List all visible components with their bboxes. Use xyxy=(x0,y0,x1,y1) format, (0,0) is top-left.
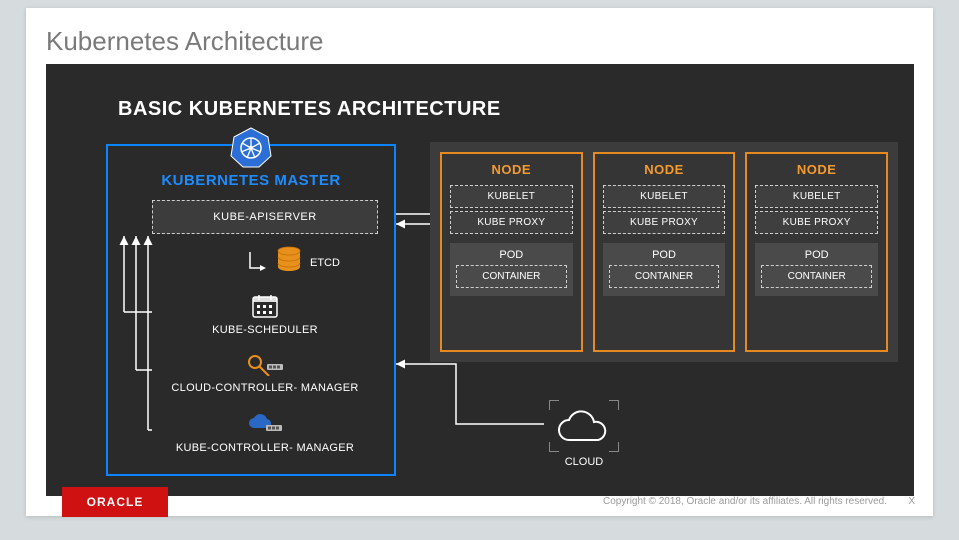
node-title: NODE xyxy=(644,162,684,177)
slide: Kubernetes Architecture BASIC KUBERNETES… xyxy=(26,8,933,516)
etcd-arrow-icon xyxy=(246,249,268,277)
cloud-gear-icon xyxy=(152,410,378,438)
kube-proxy-box: KUBE PROXY xyxy=(755,211,878,234)
kubelet-box: KUBELET xyxy=(450,185,573,208)
kube-apiserver-box: KUBE-APISERVER xyxy=(152,200,378,234)
nodes-panel: NODE KUBELET KUBE PROXY POD CONTAINER NO… xyxy=(430,142,898,362)
kcm-label: KUBE-CONTROLLER- MANAGER xyxy=(152,442,378,454)
scheduler-label: KUBE-SCHEDULER xyxy=(152,324,378,336)
kubernetes-master-panel: KUBERNETES MASTER KUBE-APISERVER xyxy=(106,144,396,476)
container-box: CONTAINER xyxy=(761,265,872,288)
pod-box: POD CONTAINER xyxy=(450,243,573,296)
kube-controller-manager-group: KUBE-CONTROLLER- MANAGER xyxy=(152,410,378,454)
copyright-text: Copyright © 2018, Oracle and/or its affi… xyxy=(603,496,887,507)
calendar-icon xyxy=(152,292,378,320)
kubelet-box: KUBELET xyxy=(755,185,878,208)
slide-title: Kubernetes Architecture xyxy=(46,26,324,57)
node-2: NODE KUBELET KUBE PROXY POD CONTAINER xyxy=(593,152,736,352)
kubelet-box: KUBELET xyxy=(603,185,726,208)
pod-title: POD xyxy=(456,249,567,261)
kube-proxy-box: KUBE PROXY xyxy=(450,211,573,234)
page-number: X xyxy=(908,496,915,507)
node-1: NODE KUBELET KUBE PROXY POD CONTAINER xyxy=(440,152,583,352)
pod-title: POD xyxy=(761,249,872,261)
ccm-label: CLOUD-CONTROLLER- MANAGER xyxy=(152,382,378,394)
pod-box: POD CONTAINER xyxy=(603,243,726,296)
page-root: Kubernetes Architecture BASIC KUBERNETES… xyxy=(0,0,959,540)
architecture-diagram: BASIC KUBERNETES ARCHITECTURE xyxy=(46,64,914,496)
etcd-database-icon xyxy=(276,246,302,279)
cloud-frame xyxy=(549,400,619,452)
node-title: NODE xyxy=(797,162,837,177)
cloud-label: CLOUD xyxy=(544,456,624,468)
oracle-logo: ORACLE xyxy=(62,487,168,517)
container-box: CONTAINER xyxy=(609,265,720,288)
kube-scheduler-group: KUBE-SCHEDULER xyxy=(152,292,378,336)
key-gear-icon xyxy=(152,350,378,378)
kube-proxy-box: KUBE PROXY xyxy=(603,211,726,234)
diagram-title: BASIC KUBERNETES ARCHITECTURE xyxy=(118,98,501,121)
node-title: NODE xyxy=(492,162,532,177)
master-title: KUBERNETES MASTER xyxy=(108,172,394,189)
node-3: NODE KUBELET KUBE PROXY POD CONTAINER xyxy=(745,152,888,352)
cloud-controller-manager-group: CLOUD-CONTROLLER- MANAGER xyxy=(152,350,378,394)
kubernetes-logo-icon xyxy=(230,126,272,168)
cloud-group: CLOUD xyxy=(544,400,624,468)
etcd-label: ETCD xyxy=(310,257,340,269)
pod-box: POD CONTAINER xyxy=(755,243,878,296)
pod-title: POD xyxy=(609,249,720,261)
container-box: CONTAINER xyxy=(456,265,567,288)
etcd-group: ETCD xyxy=(246,246,340,279)
